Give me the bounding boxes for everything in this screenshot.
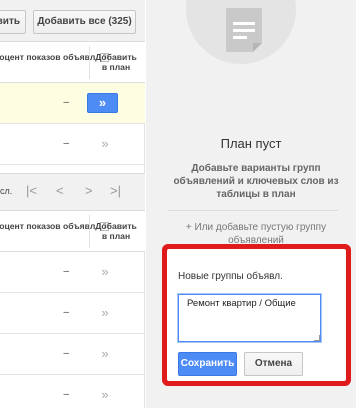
empty-plan-description: Добавьте варианты групп объявлений и клю… [173, 163, 339, 200]
impression-share-value: – [63, 138, 69, 149]
partial-toolbar-button[interactable]: вить [0, 10, 26, 34]
document-icon [226, 8, 262, 52]
new-ad-groups-label: Новые группы объявл. [178, 271, 283, 282]
impression-share-value: – [63, 97, 69, 108]
cancel-button[interactable]: Отмена [244, 352, 303, 376]
column-header-add-to-plan: Добавить в план [95, 221, 137, 241]
pagination-label: сл. [0, 186, 13, 196]
new-ad-groups-popup: Новые группы объявл. Ремонт квартир / Об… [167, 249, 346, 381]
last-page-icon[interactable]: >| [110, 183, 121, 198]
impression-share-value: – [63, 307, 69, 318]
impression-share-value: – [63, 389, 69, 400]
add-to-plan-button[interactable]: » [98, 375, 112, 408]
table-header: роцент показов объявл. ? Добавить в план [0, 211, 145, 252]
next-page-icon[interactable]: > [85, 183, 93, 198]
prev-page-icon[interactable]: < [56, 183, 64, 198]
new-ad-groups-popup-highlight: Новые группы объявл. Ремонт квартир / Об… [162, 244, 351, 386]
add-to-plan-button[interactable]: » [98, 293, 112, 333]
divider [168, 210, 338, 211]
impression-share-value: – [63, 266, 69, 277]
ad-group-name-textarea[interactable]: Ремонт квартир / Общие [178, 294, 321, 342]
add-to-plan-button[interactable]: » [87, 93, 118, 113]
column-header-impression-share[interactable]: роцент показов объявл. ? [0, 52, 110, 63]
first-page-icon[interactable]: |< [26, 183, 37, 198]
add-to-plan-button[interactable]: » [98, 334, 112, 374]
add-to-plan-button[interactable]: » [98, 124, 112, 164]
keyword-ideas-table: роцент показов объявл. ? Добавить в план… [0, 211, 145, 408]
table-row: – » [0, 293, 145, 334]
column-divider [89, 215, 90, 248]
table-toolbar: вить Добавить все (325) [0, 0, 145, 42]
table-row: – » [0, 124, 145, 165]
impression-share-value: – [63, 348, 69, 359]
empty-plan-title: План пуст [220, 136, 282, 151]
add-all-button[interactable]: Добавить все (325) [33, 10, 136, 34]
table-row: – » [0, 252, 145, 293]
plan-panel: План пуст Добавьте варианты групп объявл… [146, 0, 356, 408]
resize-handle-icon[interactable] [314, 335, 320, 341]
table-row: – » [0, 334, 145, 375]
table-header: роцент показов объявл. ? Добавить в план [0, 42, 145, 83]
add-to-plan-button[interactable]: » [98, 252, 112, 292]
table-row: – » [0, 83, 145, 124]
keyword-ideas-panel: вить Добавить все (325) роцент показов о… [0, 0, 145, 408]
column-header-impression-share[interactable]: роцент показов объявл. ? [0, 221, 110, 232]
column-header-add-to-plan: Добавить в план [95, 52, 137, 72]
column-divider [89, 46, 90, 79]
ad-group-ideas-table: роцент показов объявл. ? Добавить в план… [0, 42, 145, 165]
table-row: – » [0, 375, 145, 408]
pagination-bar: сл. |< < > >| [0, 173, 145, 211]
save-button[interactable]: Сохранить [178, 352, 237, 376]
